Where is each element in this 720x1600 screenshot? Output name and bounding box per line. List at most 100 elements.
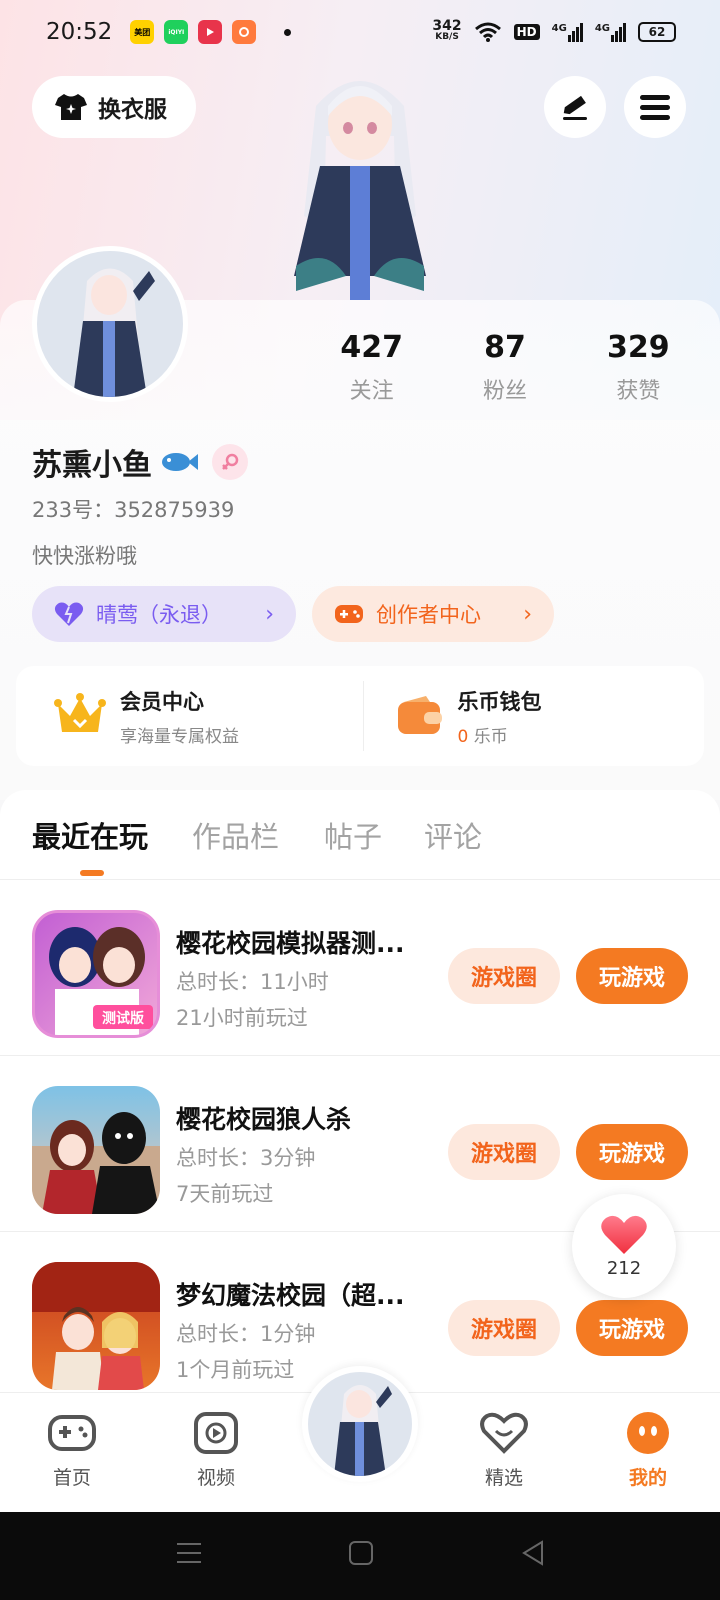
tshirt-icon	[55, 94, 87, 120]
game-list: 测试版 樱花校园模拟器测... 总时长：11小时 21小时前玩过 游戏圈 玩游戏…	[0, 880, 720, 1400]
change-outfit-button[interactable]: 换衣服	[32, 76, 196, 138]
avatar-3d-figure[interactable]	[276, 66, 444, 300]
game-circle-button[interactable]: 游戏圈	[448, 1300, 560, 1356]
play-game-button[interactable]: 玩游戏	[576, 948, 688, 1004]
nav-home[interactable]: 首页	[22, 1411, 122, 1490]
notification-icons: 美团 iQIYI	[130, 20, 292, 44]
avatar-figure-icon	[334, 1385, 392, 1476]
level-pill-label: 晴莺（永退）	[96, 603, 222, 627]
heart-icon	[54, 602, 84, 626]
home-icon[interactable]	[348, 1540, 374, 1566]
tab-comments[interactable]: 评论	[424, 814, 482, 856]
net-speed-unit: KB/S	[435, 32, 459, 42]
following-count: 427	[340, 330, 403, 365]
game-circle-button[interactable]: 游戏圈	[448, 1124, 560, 1180]
status-right: 342 KB/S HD 4G 4G 62	[432, 18, 676, 43]
like-float-button[interactable]: 212	[572, 1194, 676, 1298]
vip-title: 会员中心	[120, 689, 204, 714]
stat-following[interactable]: 427 关注	[305, 330, 438, 405]
chevron-right-icon: ›	[523, 601, 532, 627]
battery-icon: 62	[638, 22, 676, 42]
vip-center-entry[interactable]: 会员中心 享海量专属权益	[16, 681, 363, 751]
signal-icon-2: 4G	[594, 22, 626, 42]
game-last-played: 7天前玩过	[176, 1182, 274, 1206]
play-game-button[interactable]: 玩游戏	[576, 1124, 688, 1180]
nav-featured-label: 精选	[484, 1467, 523, 1489]
game-icon	[32, 1086, 160, 1214]
iqiyi-app-icon: iQIYI	[164, 20, 189, 44]
female-gender-icon	[212, 444, 248, 480]
video-app-icon	[198, 20, 223, 44]
nav-video[interactable]: 视频	[166, 1411, 266, 1490]
user-bio: 快快涨粉哦	[32, 544, 137, 568]
more-notifications-dot	[284, 28, 292, 36]
username: 苏熏小鱼	[32, 448, 152, 483]
chevron-right-icon: ›	[265, 601, 274, 627]
followers-count: 87	[484, 330, 526, 365]
wallet-amount: 0	[457, 726, 469, 747]
wallet-entry[interactable]: 乐币钱包 0 乐币	[362, 681, 705, 751]
change-outfit-label: 换衣服	[98, 97, 167, 123]
username-row: 苏熏小鱼	[32, 440, 248, 484]
tab-recently-played[interactable]: 最近在玩	[32, 814, 148, 856]
user-id[interactable]: 233号：352875939	[32, 494, 234, 524]
content-tabs: 最近在玩 作品栏 帖子 评论	[0, 790, 720, 880]
profile-stats: 427 关注 87 粉丝 329 获赞	[305, 330, 705, 405]
game-icon-badge-text: 测试版	[102, 1010, 144, 1027]
crown-icon	[54, 693, 106, 732]
member-card: 会员中心 享海量专属权益 乐币钱包 0 乐币	[16, 666, 704, 766]
creator-center-pill[interactable]: 创作者中心 ›	[312, 586, 554, 642]
gamepad-icon	[335, 605, 363, 623]
like-count: 212	[606, 1257, 642, 1279]
game-last-played: 1个月前玩过	[176, 1358, 295, 1382]
game-title: 樱花校园模拟器测...	[176, 929, 405, 958]
pen-icon	[563, 95, 587, 120]
network-type-1: 4G	[551, 22, 567, 34]
fish-icon	[162, 453, 198, 471]
wallet-title: 乐币钱包	[457, 689, 542, 714]
meituan-app-icon: 美团	[130, 20, 155, 44]
game-icon	[32, 1262, 160, 1390]
nav-featured[interactable]: 精选	[454, 1411, 554, 1490]
gamepad-icon	[48, 1415, 96, 1451]
net-speed-value: 342	[432, 18, 462, 34]
profile-face-icon	[627, 1412, 669, 1454]
wallet-unit: 乐币	[473, 726, 508, 747]
network-type-2: 4G	[594, 22, 610, 34]
list-item[interactable]: 测试版 樱花校园模拟器测... 总时长：11小时 21小时前玩过 游戏圈 玩游戏	[0, 880, 720, 1056]
profile-avatar[interactable]	[32, 246, 188, 402]
signal-icon-1: 4G	[551, 22, 583, 42]
game-circle-button[interactable]: 游戏圈	[448, 948, 560, 1004]
wallet-icon	[397, 696, 442, 734]
level-pill[interactable]: 晴莺（永退） ›	[32, 586, 296, 642]
nav-video-label: 视频	[196, 1467, 235, 1489]
game-duration: 总时长：1分钟	[176, 1322, 316, 1346]
recent-apps-icon[interactable]	[176, 1540, 202, 1566]
nav-me-label: 我的	[628, 1467, 667, 1489]
game-icon: 测试版	[32, 910, 160, 1038]
game-title: 樱花校园狼人杀	[176, 1105, 352, 1134]
edit-profile-button[interactable]	[544, 76, 606, 138]
stat-followers[interactable]: 87 粉丝	[438, 330, 571, 405]
followers-label: 粉丝	[482, 379, 527, 404]
avatar-figure-icon	[73, 268, 155, 397]
nav-me[interactable]: 我的	[598, 1411, 698, 1490]
tab-works[interactable]: 作品栏	[192, 814, 279, 856]
nav-home-label: 首页	[52, 1467, 91, 1489]
menu-button[interactable]	[624, 76, 686, 138]
status-time: 20:52	[46, 19, 113, 45]
stat-likes[interactable]: 329 获赞	[572, 330, 705, 405]
back-icon[interactable]	[520, 1540, 546, 1566]
system-nav-bar	[0, 1512, 720, 1600]
nav-avatar-button[interactable]	[302, 1366, 418, 1482]
heart-icon	[601, 1215, 647, 1254]
game-duration: 总时长：11小时	[176, 970, 329, 994]
play-game-button[interactable]: 玩游戏	[576, 1300, 688, 1356]
hd-icon: HD	[513, 24, 540, 40]
wallet-balance: 0 乐币	[458, 722, 542, 747]
game-duration: 总时长：3分钟	[176, 1146, 316, 1170]
wifi-icon	[474, 22, 501, 42]
tab-posts[interactable]: 帖子	[324, 814, 382, 856]
active-tab-indicator	[80, 870, 104, 876]
hamburger-icon	[640, 95, 670, 120]
